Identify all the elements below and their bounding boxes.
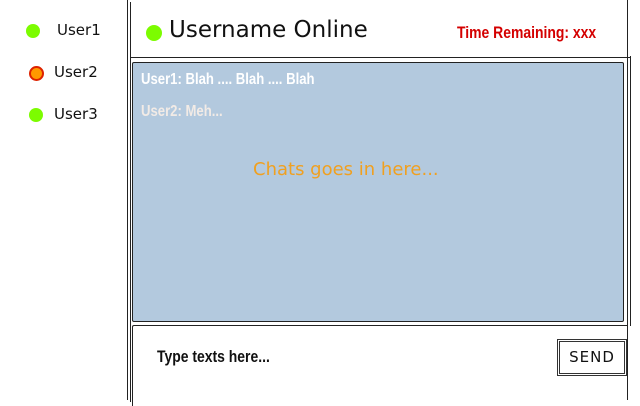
chat-messages-area[interactable]: User1: Blah .... Blah .... Blah User2: M… — [132, 62, 624, 322]
user-name: User2 — [54, 63, 98, 81]
away-status-icon — [29, 66, 44, 81]
chat-message: User2: Meh... — [141, 103, 223, 120]
online-status-icon — [146, 25, 162, 41]
chat-message: User1: Blah .... Blah .... Blah — [141, 71, 315, 88]
send-button-label: SEND — [559, 341, 625, 374]
user-name: User1 — [57, 21, 101, 39]
chat-title: Username Online — [169, 17, 368, 43]
user-list-item-user2[interactable]: User2 — [0, 61, 125, 85]
sidebar-divider — [127, 0, 128, 400]
send-button[interactable]: SEND — [557, 339, 627, 376]
online-status-icon — [26, 24, 40, 38]
message-input-placeholder: Type texts here... — [157, 347, 270, 366]
user-name: User3 — [54, 105, 98, 123]
frame-border — [630, 56, 631, 326]
chat-placeholder: Chats goes in here... — [253, 159, 439, 180]
time-remaining: Time Remaining: xxx — [457, 23, 597, 42]
chat-header: Username Online Time Remaining: xxx — [130, 0, 630, 58]
online-status-icon — [29, 108, 43, 122]
sidebar-divider — [130, 2, 131, 402]
user-list-item-user1[interactable]: User1 — [0, 19, 125, 43]
user-list-item-user3[interactable]: User3 — [0, 103, 125, 127]
message-input[interactable]: Type texts here... — [132, 325, 628, 406]
